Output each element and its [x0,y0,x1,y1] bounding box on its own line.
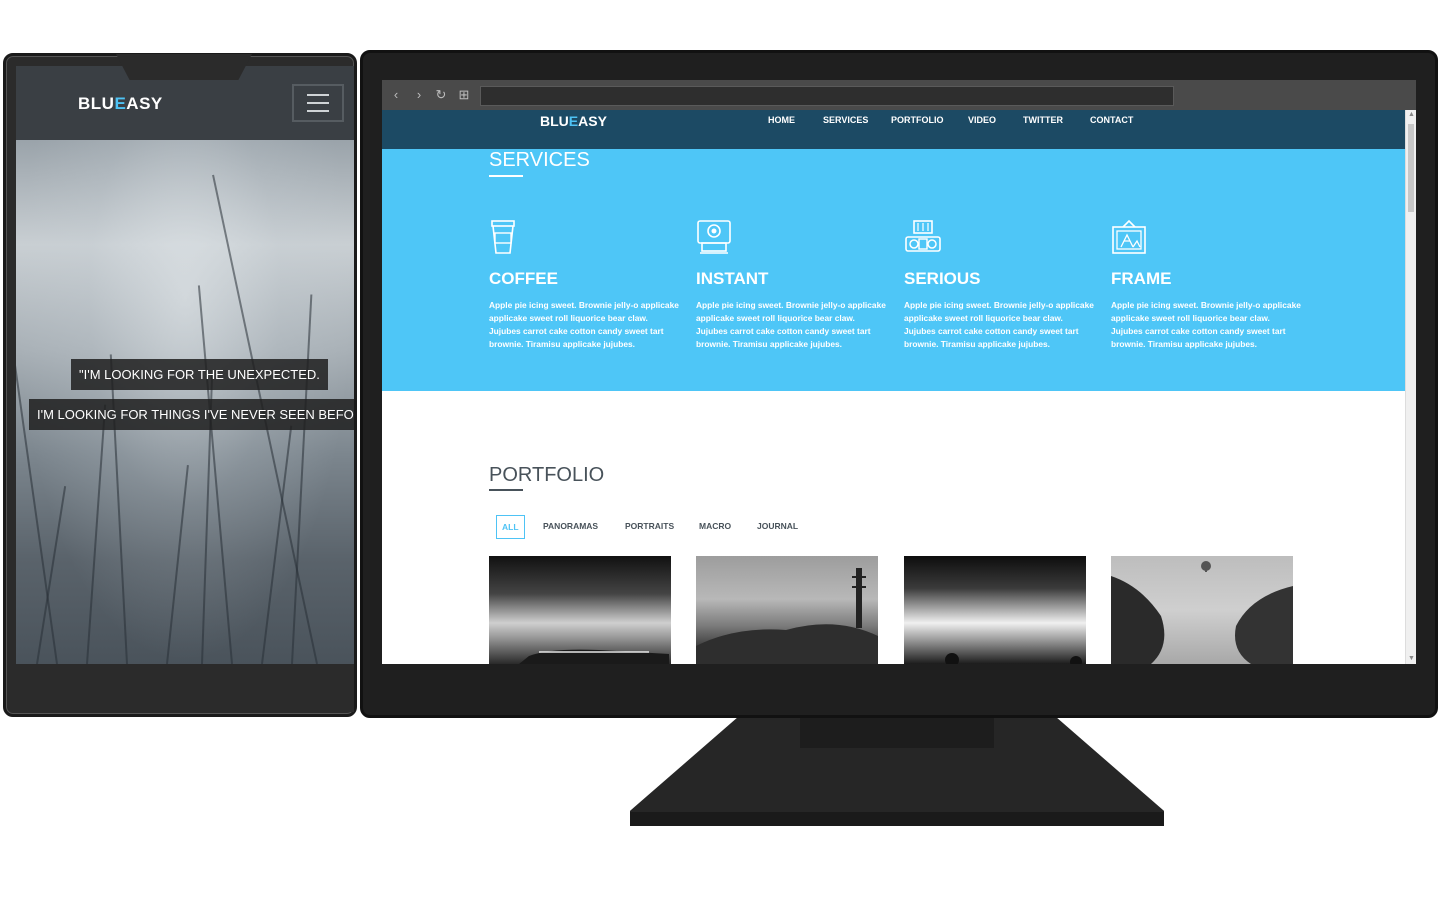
service-title: FRAME [1111,269,1172,288]
hamburger-menu-button[interactable] [292,84,344,122]
grass-stalk [261,425,293,664]
grass-stalk [16,247,58,664]
hero-quote-line-2: I'M LOOKING FOR THINGS I'VE NEVER SEEN B… [29,399,354,430]
monitor-screen: ‹ › ↻ ⊞ BLUEASY HOME SERVICES PORTFOLIO … [382,80,1416,664]
portfolio-title: PORTFOLIO [489,464,605,486]
logo-text-end: ASY [578,113,607,129]
grass-stalk [166,464,189,664]
phone-bezel-bottom [16,664,354,712]
site-navbar: BLUEASY HOME SERVICES PORTFOLIO VIDEO TW… [382,110,1405,149]
services-title-underline [489,175,523,177]
scroll-thumb[interactable] [1408,124,1414,212]
service-description: Apple pie icing sweet. Brownie jelly-o a… [489,300,679,349]
scroll-up-arrow-icon[interactable]: ▲ [1406,110,1416,120]
filter-panoramas[interactable]: PANORAMAS [543,521,598,531]
service-description: Apple pie icing sweet. Brownie jelly-o a… [1111,300,1301,349]
phone-screen: BLUEASY "I'M LOOKING FOR THE UNEXPECTED.… [16,66,354,664]
vertical-scrollbar[interactable]: ▲ ▼ [1405,110,1416,664]
portfolio-thumbnail[interactable] [1111,556,1293,664]
grass-stalk [86,404,107,664]
services-title: SERVICES [489,149,590,171]
nav-contact[interactable]: CONTACT [1090,115,1133,125]
logo-text: BLU [78,94,115,113]
grass-stalk [36,486,67,664]
hero-quote-line-1: "I'M LOOKING FOR THE UNEXPECTED. [71,359,328,390]
reload-icon[interactable]: ↻ [433,86,449,104]
filter-all[interactable]: ALL [496,515,525,539]
filter-journal[interactable]: JOURNAL [757,521,798,531]
services-section: SERVICES COFFEE Apple pie icing sweet. B… [382,149,1405,391]
service-card-instant: INSTANT Apple pie icing sweet. Brownie j… [696,219,886,349]
pier-photo [519,649,669,664]
monitor-device: ‹ › ↻ ⊞ BLUEASY HOME SERVICES PORTFOLIO … [360,50,1438,718]
logo-accent-letter: E [114,94,127,113]
service-title: COFFEE [489,269,558,288]
back-arrow-icon[interactable]: ‹ [388,86,404,104]
service-card-coffee: COFFEE Apple pie icing sweet. Brownie je… [489,219,679,349]
service-title: SERIOUS [904,269,981,288]
nav-portfolio[interactable]: PORTFOLIO [891,115,944,125]
apps-grid-icon[interactable]: ⊞ [456,86,472,104]
nav-home[interactable]: HOME [768,115,795,125]
instant-camera-icon [697,220,731,254]
phone-notch [116,54,252,80]
device-mockup-stage: BLUEASY "I'M LOOKING FOR THE UNEXPECTED.… [0,0,1440,900]
site-logo[interactable]: BLUEASY [540,113,607,129]
address-bar[interactable] [480,86,1174,106]
coffee-cup-icon [491,220,515,254]
forward-arrow-icon[interactable]: › [411,86,427,104]
browser-toolbar: ‹ › ↻ ⊞ [382,80,1416,110]
logo-text-end: ASY [126,94,163,113]
logo-text: BLU [540,113,569,129]
filter-macro[interactable]: MACRO [699,521,731,531]
sunset-horizon-photo [945,653,1082,664]
nav-video[interactable]: VIDEO [968,115,996,125]
service-card-frame: FRAME Apple pie icing sweet. Brownie jel… [1111,219,1301,349]
portfolio-title-underline [489,489,523,491]
phone-logo[interactable]: BLUEASY [78,94,163,114]
hamburger-line [307,110,329,112]
monitor-stand-base [630,812,1164,826]
scroll-down-arrow-icon[interactable]: ▼ [1406,654,1416,664]
nav-twitter[interactable]: TWITTER [1023,115,1063,125]
picture-frame-icon [1112,219,1146,254]
logo-accent-letter: E [568,113,579,129]
service-description: Apple pie icing sweet. Brownie jelly-o a… [904,300,1094,349]
service-title: INSTANT [696,269,769,288]
monitor-stand-neck [800,718,994,748]
rocky-shore-photo [1111,561,1293,664]
portfolio-thumbnail[interactable] [904,556,1086,664]
hamburger-line [307,94,329,96]
portfolio-thumbnail[interactable] [696,556,878,664]
hamburger-line [307,102,329,104]
filter-portraits[interactable]: PORTRAITS [625,521,674,531]
portfolio-thumbnail[interactable] [489,556,671,664]
nav-services[interactable]: SERVICES [823,115,868,125]
coastal-tower-photo [696,568,878,664]
service-card-serious: SERIOUS Apple pie icing sweet. Brownie j… [904,219,1094,349]
phone-device: BLUEASY "I'M LOOKING FOR THE UNEXPECTED.… [3,53,357,717]
website-content: BLUEASY HOME SERVICES PORTFOLIO VIDEO TW… [382,110,1405,664]
vintage-camera-icon [905,220,941,252]
grass-stalk [291,294,313,664]
service-description: Apple pie icing sweet. Brownie jelly-o a… [696,300,886,349]
